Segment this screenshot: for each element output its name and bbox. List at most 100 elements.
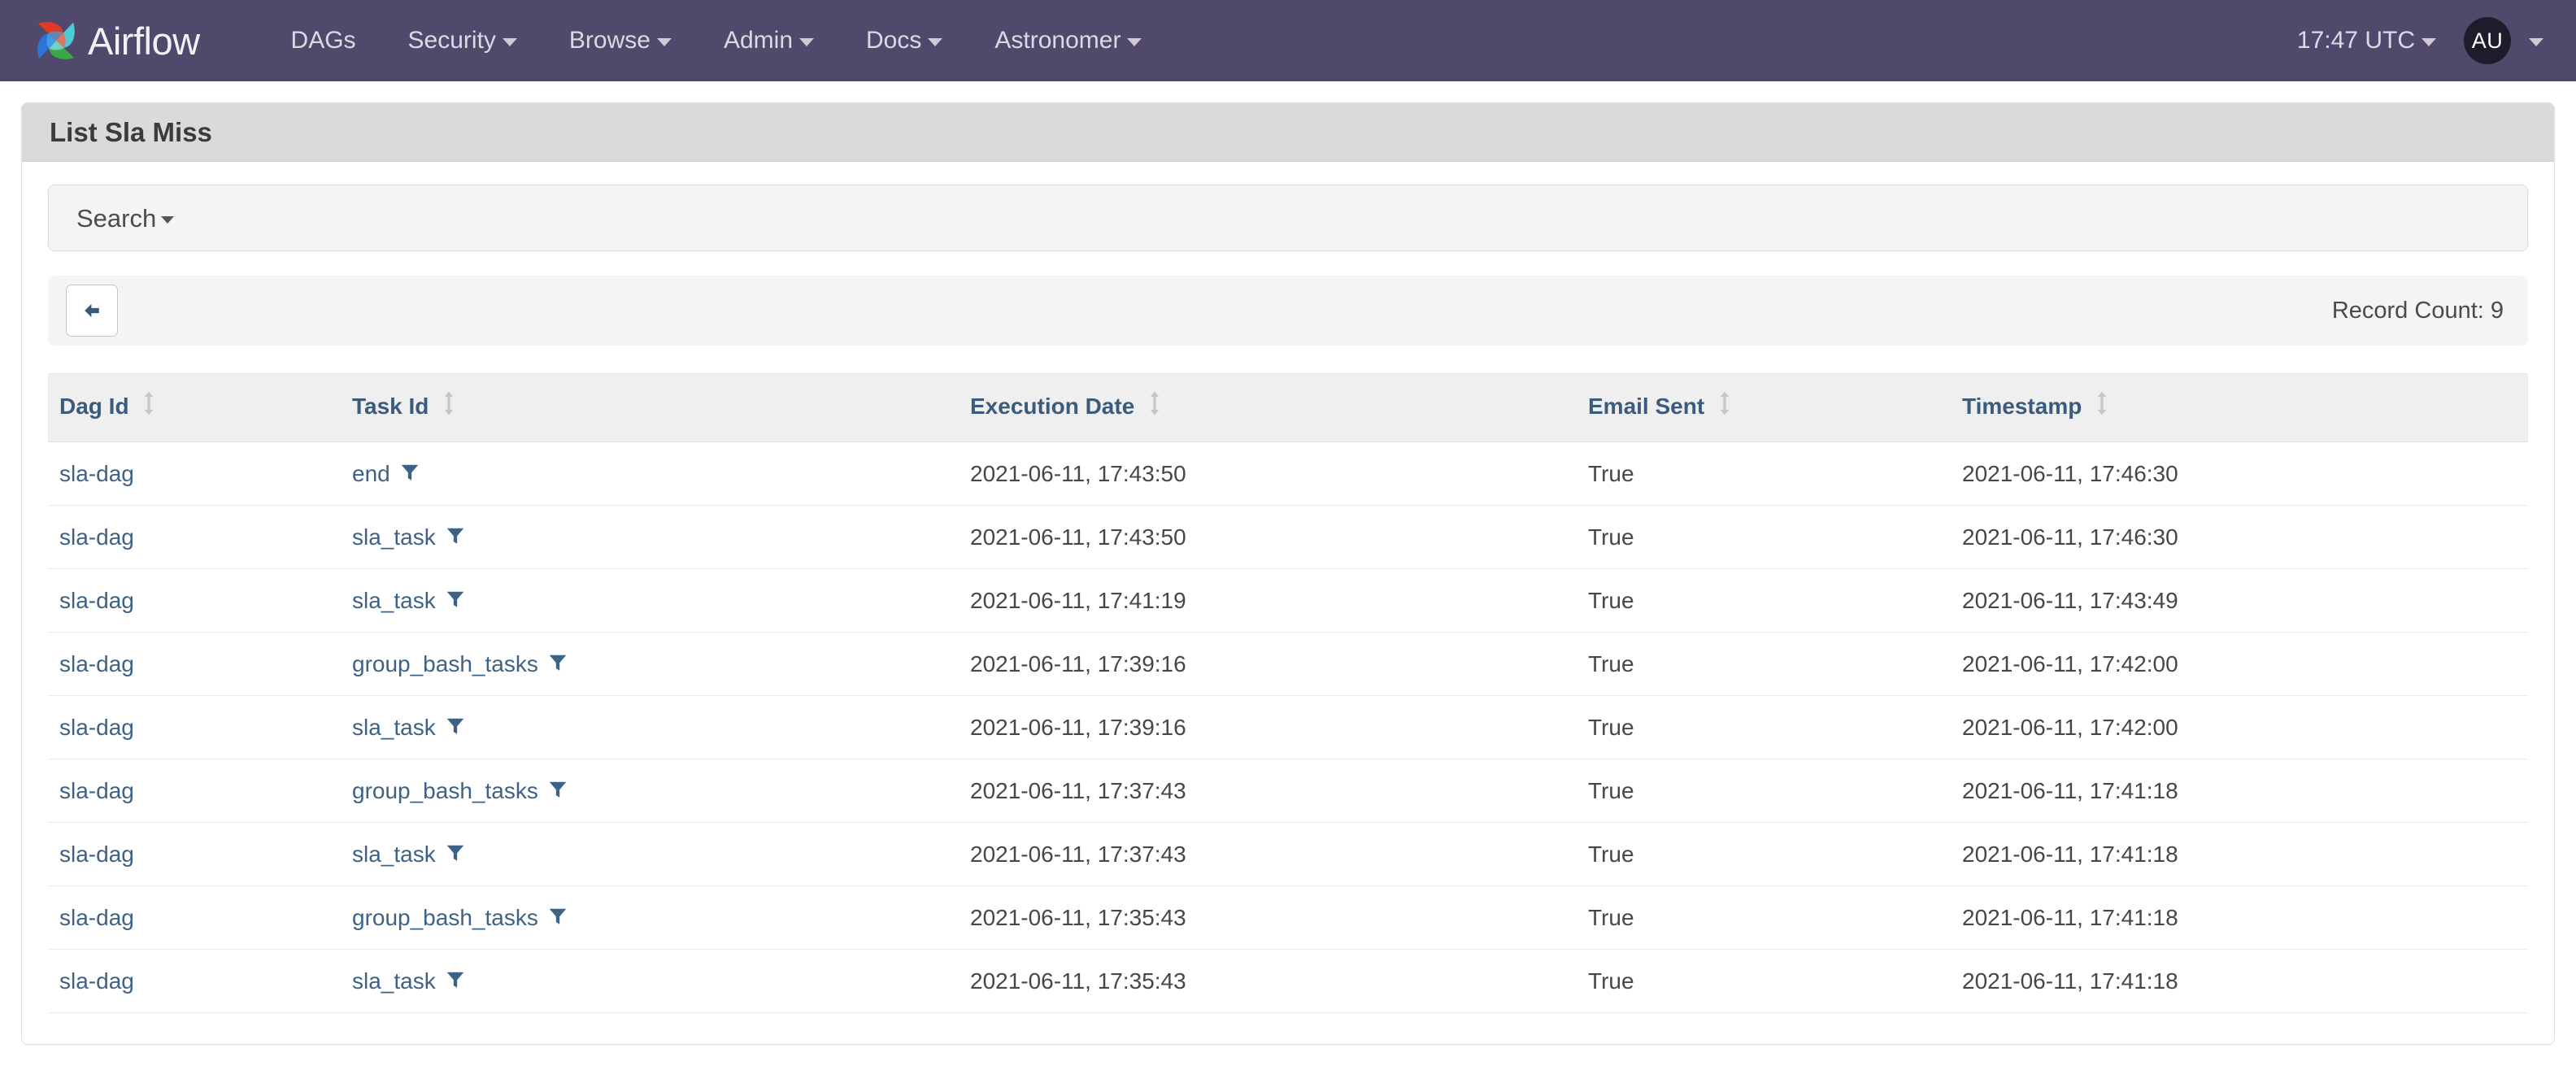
- filter-funnel-icon[interactable]: [445, 969, 466, 996]
- task-id-link[interactable]: group_bash_tasks: [352, 778, 538, 803]
- task-id-link[interactable]: sla_task: [352, 588, 436, 613]
- user-menu[interactable]: AU: [2464, 17, 2543, 64]
- filter-funnel-icon[interactable]: [445, 842, 466, 869]
- cell-task-id: end: [341, 442, 959, 506]
- filter-funnel-icon[interactable]: [445, 589, 466, 615]
- cell-timestamp: 2021-06-11, 17:42:00: [1951, 696, 2528, 759]
- filter-funnel-icon[interactable]: [547, 652, 568, 679]
- list-toolbar: Record Count: 9: [48, 276, 2528, 346]
- sla-miss-table: Dag Id Task Id: [48, 373, 2528, 1013]
- page-title: List Sla Miss: [50, 119, 212, 146]
- nav-item-astronomer[interactable]: Astronomer: [968, 28, 1168, 53]
- airflow-pinwheel-logo-icon: [31, 15, 81, 66]
- nav-item-dags[interactable]: DAGs: [265, 28, 382, 53]
- arrow-left-icon: [80, 298, 104, 323]
- dag-id-link[interactable]: sla-dag: [59, 842, 134, 867]
- dag-id-link[interactable]: sla-dag: [59, 778, 134, 803]
- dag-id-link[interactable]: sla-dag: [59, 905, 134, 930]
- cell-dag-id: sla-dag: [48, 633, 341, 696]
- cell-timestamp: 2021-06-11, 17:41:18: [1951, 886, 2528, 950]
- column-header-label: Email Sent: [1588, 394, 1704, 419]
- cell-execution-date: 2021-06-11, 17:35:43: [959, 886, 1577, 950]
- cell-task-id: group_bash_tasks: [341, 633, 959, 696]
- panel-body: Search Record Count: 9: [22, 162, 2554, 1044]
- column-header-email-sent[interactable]: Email Sent: [1577, 374, 1951, 442]
- table-row: sla-dag group_bash_tasks 2021-06-11, 17:39…: [48, 633, 2528, 696]
- caret-down-icon: [503, 38, 517, 46]
- cell-timestamp: 2021-06-11, 17:41:18: [1951, 950, 2528, 1013]
- cell-email-sent: True: [1577, 823, 1951, 886]
- brand-home-link[interactable]: Airflow: [31, 15, 200, 66]
- caret-down-icon: [1127, 38, 1142, 46]
- panel-heading: List Sla Miss: [22, 103, 2554, 162]
- task-id-link[interactable]: sla_task: [352, 715, 436, 740]
- dag-id-link[interactable]: sla-dag: [59, 968, 134, 994]
- task-id-link[interactable]: sla_task: [352, 524, 436, 550]
- filter-funnel-icon[interactable]: [445, 715, 466, 742]
- column-header-dag-id[interactable]: Dag Id: [48, 374, 341, 442]
- cell-email-sent: True: [1577, 950, 1951, 1013]
- column-header-execution-date[interactable]: Execution Date: [959, 374, 1577, 442]
- task-id-link[interactable]: sla_task: [352, 968, 436, 994]
- dag-id-link[interactable]: sla-dag: [59, 588, 134, 613]
- table-row: sla-dagsla_task2021-06-11, 17:37:43True2…: [48, 823, 2528, 886]
- nav-item-label: Browse: [569, 28, 651, 53]
- dag-id-link[interactable]: sla-dag: [59, 524, 134, 550]
- cell-execution-date: 2021-06-11, 17:39:16: [959, 633, 1577, 696]
- sort-updown-icon: [142, 390, 155, 422]
- task-id-link[interactable]: end: [352, 461, 390, 486]
- table-body: sla-dagend2021-06-11, 17:43:50True2021-0…: [48, 442, 2528, 1013]
- dag-id-link[interactable]: sla-dag: [59, 715, 134, 740]
- table-header: Dag Id Task Id: [48, 374, 2528, 442]
- cell-email-sent: True: [1577, 633, 1951, 696]
- cell-execution-date: 2021-06-11, 17:37:43: [959, 759, 1577, 823]
- cell-task-id: group_bash_tasks: [341, 759, 959, 823]
- table-row: sla-dagend2021-06-11, 17:43:50True2021-0…: [48, 442, 2528, 506]
- task-id-link[interactable]: sla_task: [352, 842, 436, 867]
- filter-funnel-icon[interactable]: [547, 906, 568, 933]
- brand-label: Airflow: [88, 22, 200, 60]
- dag-id-link[interactable]: sla-dag: [59, 651, 134, 676]
- sort-updown-icon: [1718, 390, 1731, 422]
- column-header-timestamp[interactable]: Timestamp: [1951, 374, 2528, 442]
- search-panel: Search: [48, 185, 2528, 251]
- cell-timestamp: 2021-06-11, 17:46:30: [1951, 442, 2528, 506]
- task-id-link[interactable]: group_bash_tasks: [352, 651, 538, 676]
- cell-task-id: sla_task: [341, 823, 959, 886]
- cell-task-id: sla_task: [341, 950, 959, 1013]
- caret-down-icon: [928, 38, 942, 46]
- back-button[interactable]: [66, 285, 118, 337]
- caret-down-icon: [799, 38, 814, 46]
- table-row: sla-dag group_bash_tasks 2021-06-11, 17:37…: [48, 759, 2528, 823]
- cell-task-id: sla_task: [341, 506, 959, 569]
- filter-funnel-icon[interactable]: [445, 525, 466, 552]
- filter-funnel-icon[interactable]: [399, 462, 420, 489]
- page-container: List Sla Miss Search Record Count: 9: [0, 81, 2576, 1045]
- cell-timestamp: 2021-06-11, 17:42:00: [1951, 633, 2528, 696]
- table-row: sla-dag sla_task 2021-06-11, 17:39:16True2…: [48, 696, 2528, 759]
- cell-email-sent: True: [1577, 886, 1951, 950]
- filter-funnel-icon[interactable]: [547, 779, 568, 806]
- cell-execution-date: 2021-06-11, 17:39:16: [959, 696, 1577, 759]
- nav-item-label: Astronomer: [994, 28, 1120, 53]
- nav-item-docs[interactable]: Docs: [840, 28, 968, 53]
- top-navbar: Airflow DAGs Security Browse Admin Docs …: [0, 0, 2576, 81]
- nav-item-security[interactable]: Security: [382, 28, 543, 53]
- table-row: sla-dagsla_task2021-06-11, 17:41:19True2…: [48, 569, 2528, 633]
- column-header-task-id[interactable]: Task Id: [341, 374, 959, 442]
- utc-clock-label: 17:47 UTC: [2297, 27, 2415, 54]
- nav-item-admin[interactable]: Admin: [698, 28, 840, 53]
- cell-email-sent: True: [1577, 696, 1951, 759]
- caret-down-icon: [2422, 38, 2436, 46]
- cell-execution-date: 2021-06-11, 17:43:50: [959, 442, 1577, 506]
- list-panel: List Sla Miss Search Record Count: 9: [21, 102, 2555, 1045]
- table-row: sla-dagsla_task2021-06-11, 17:35:43True2…: [48, 950, 2528, 1013]
- nav-item-label: Admin: [724, 28, 793, 53]
- nav-item-browse[interactable]: Browse: [543, 28, 698, 53]
- utc-clock-menu[interactable]: 17:47 UTC: [2297, 27, 2464, 54]
- search-toggle[interactable]: Search: [76, 206, 174, 231]
- task-id-link[interactable]: group_bash_tasks: [352, 905, 538, 930]
- cell-email-sent: True: [1577, 506, 1951, 569]
- dag-id-link[interactable]: sla-dag: [59, 461, 134, 486]
- primary-nav: DAGs Security Browse Admin Docs Astronom…: [265, 28, 1168, 53]
